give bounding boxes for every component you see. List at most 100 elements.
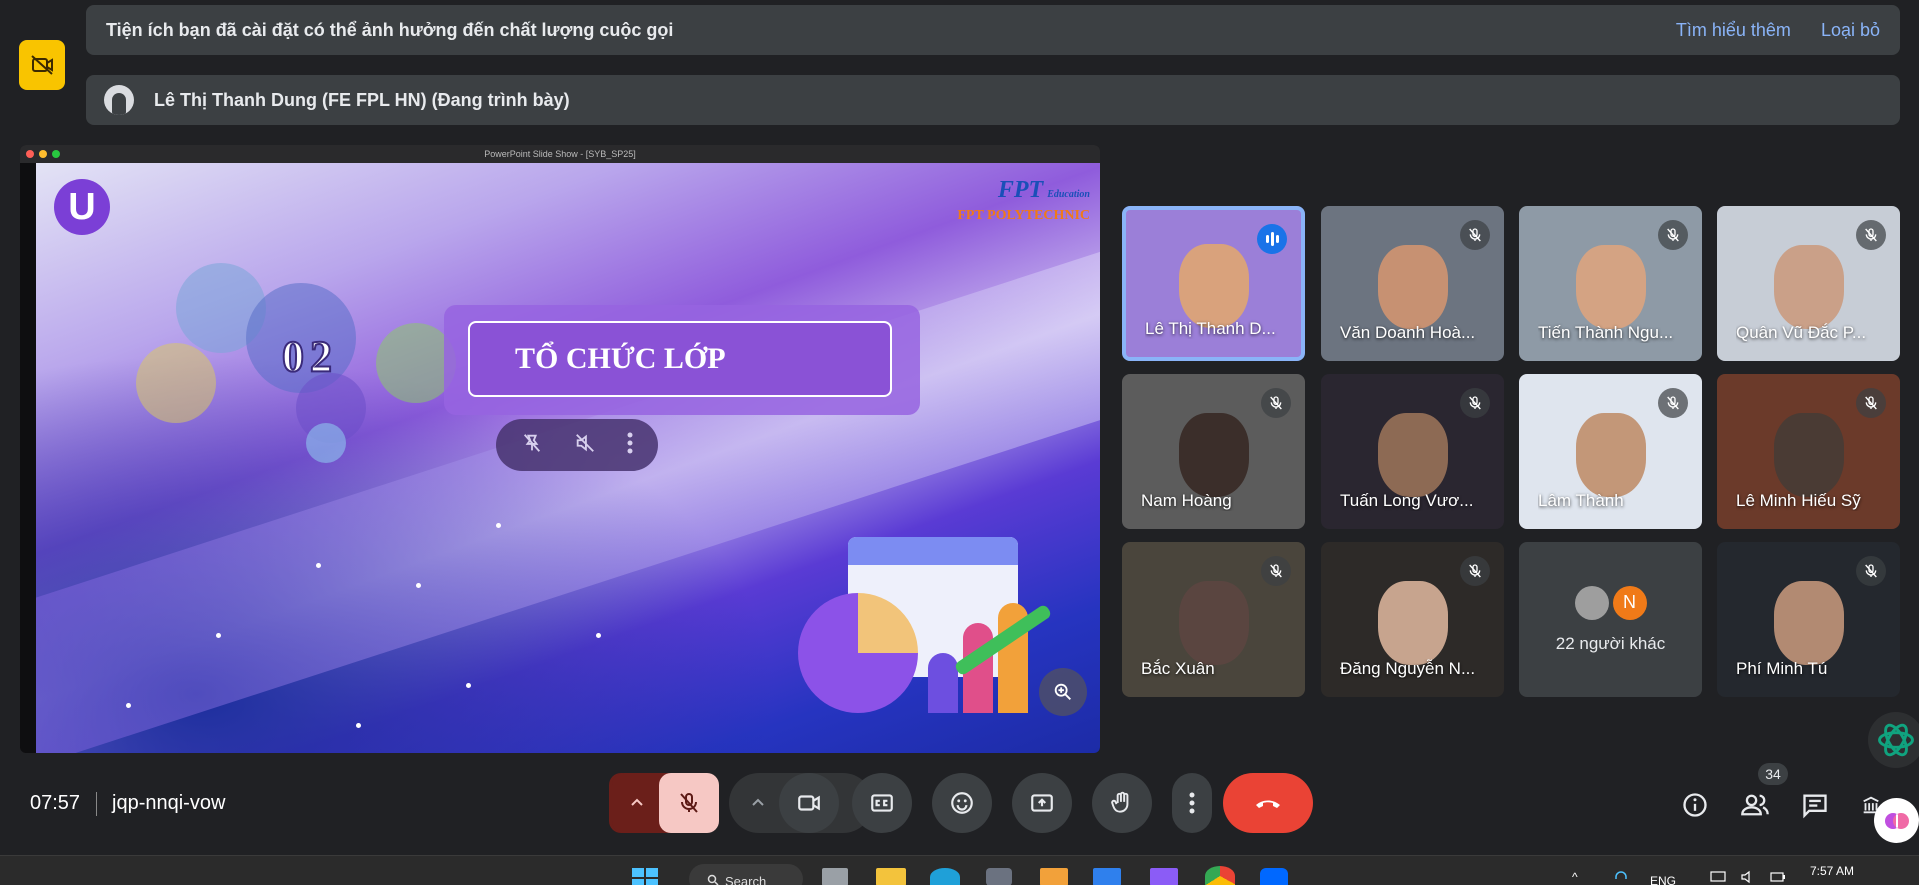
chat-icon[interactable] [1800,790,1830,820]
mic-off-icon [1460,388,1490,418]
slideshow-titlebar: PowerPoint Slide Show - [SYB_SP25] [20,145,1100,163]
audio-options-button[interactable] [612,773,662,833]
more-options-button[interactable] [1172,773,1212,833]
participant-tile[interactable]: Lê Minh Hiếu Sỹ [1717,374,1900,529]
speaking-indicator-icon [1257,224,1287,254]
dismiss-link[interactable]: Loại bỏ [1821,20,1880,41]
chrome-icon[interactable] [1205,866,1235,885]
language-indicator[interactable]: ENG [1650,874,1676,885]
search-icon [707,874,719,885]
others-count: 22 người khác [1555,633,1666,653]
mic-off-icon [1856,388,1886,418]
fpt-brand-mark: FPT [997,177,1044,203]
slide-title: TỔ CHỨC LỚP [468,321,892,397]
participant-name: Tuấn Long Vươ... [1340,491,1474,510]
participant-tile[interactable]: Phí Minh Tú [1717,542,1900,697]
slide-number: 02 [281,331,338,382]
file-explorer-icon[interactable] [876,868,906,885]
participant-name: Lê Thị Thanh D... [1145,319,1276,338]
participant-tile[interactable]: Nam Hoàng [1122,374,1305,529]
participant-tile[interactable]: Lê Thị Thanh D... [1122,206,1305,361]
mic-off-icon [1261,388,1291,418]
meeting-code[interactable]: jqp-nnqi-vow [112,792,225,815]
taskbar-clock[interactable]: 7:57 AM [1810,864,1854,878]
presenter-banner: Lê Thị Thanh Dung (FE FPL HN) (Đang trìn… [86,75,1900,125]
maximize-dot-icon [52,150,60,158]
edge-icon[interactable] [930,868,960,885]
search-label: Search [725,874,767,885]
more-options-icon[interactable] [627,432,633,459]
participant-name: Quân Vũ Đắc P... [1736,323,1867,342]
tray-chevron-icon[interactable]: ^ [1572,870,1578,884]
decor-bubble [136,343,216,423]
extension-warning-banner: Tiện ích bạn đã cài đặt có thể ảnh hưởng… [86,5,1900,55]
present-screen-button[interactable] [1012,773,1072,833]
zalo-icon[interactable] [1260,868,1288,885]
participant-name: Bắc Xuân [1141,659,1215,678]
participant-tile[interactable]: Đăng Nguyễn N... [1321,542,1504,697]
participant-video [1377,412,1448,497]
participant-video [1178,580,1249,665]
people-icon[interactable] [1740,790,1770,820]
volume-icon[interactable] [1740,870,1756,885]
learn-more-link[interactable]: Tìm hiểu thêm [1676,20,1791,41]
minimize-dot-icon [39,150,47,158]
participant-video [1178,244,1249,329]
others-avatars: N [1574,585,1647,620]
security-icon[interactable] [986,868,1012,885]
visual-studio-icon[interactable] [1150,868,1178,885]
participant-video [1773,412,1844,497]
captions-button[interactable] [852,773,912,833]
presenter-avatar [104,85,134,115]
participant-tile[interactable]: Văn Doanh Hoà... [1321,206,1504,361]
mic-off-icon [1658,220,1688,250]
decor-bubble [306,423,346,463]
taskbar-search[interactable]: Search [689,864,803,885]
others-tile[interactable]: N 22 người khác [1519,542,1702,697]
participant-video [1377,244,1448,329]
fpt-school-name: FPT POLYTECHNIC [957,208,1090,223]
task-view-icon[interactable] [822,868,848,885]
video-options-button[interactable] [733,773,783,833]
mute-presentation-icon[interactable] [574,432,596,459]
end-call-button[interactable] [1223,773,1313,833]
extension-warning-icon [19,40,65,90]
participant-name: Lâm Thành [1538,491,1624,510]
participant-tile[interactable]: Tiến Thành Ngu... [1519,206,1702,361]
camera-toggle-button[interactable] [779,773,839,833]
participant-tile[interactable]: Tuấn Long Vươ... [1321,374,1504,529]
window-controls [26,150,60,158]
fpt-brand-sub: Education [1047,189,1090,200]
raise-hand-button[interactable] [1092,773,1152,833]
participant-tile[interactable]: Bắc Xuân [1122,542,1305,697]
participant-video [1575,244,1646,329]
reactions-button[interactable] [932,773,992,833]
app-icon[interactable] [1040,868,1068,885]
start-menu-icon[interactable] [630,866,660,885]
presentation-view[interactable]: PowerPoint Slide Show - [SYB_SP25] U FPT… [20,145,1100,753]
mic-off-icon [1460,220,1490,250]
participant-name: Nam Hoàng [1141,491,1232,510]
participant-name: Đăng Nguyễn N... [1340,659,1476,678]
participant-video [1773,580,1844,665]
participant-tile[interactable]: Quân Vũ Đắc P... [1717,206,1900,361]
presentation-controls [496,419,658,471]
u-logo: U [54,179,110,235]
headset-icon[interactable] [1614,870,1628,885]
vscode-icon[interactable] [1093,868,1121,885]
network-icon[interactable] [1710,870,1726,885]
participant-video [1773,244,1844,329]
chart-illustration [798,513,1078,733]
ai-assistant-icon[interactable] [1868,712,1919,768]
zoom-in-icon[interactable] [1039,668,1087,716]
participant-name: Lê Minh Hiếu Sỹ [1736,491,1861,510]
battery-icon[interactable] [1770,870,1786,885]
presenter-label: Lê Thị Thanh Dung (FE FPL HN) (Đang trìn… [154,89,570,110]
participant-tile[interactable]: Lâm Thành [1519,374,1702,529]
pin-off-icon[interactable] [521,432,543,459]
slideshow-title: PowerPoint Slide Show - [SYB_SP25] [484,149,636,159]
microphone-toggle-button[interactable] [659,773,719,833]
meeting-info-icon[interactable] [1680,790,1710,820]
brain-extension-icon[interactable] [1874,798,1919,843]
participant-name: Tiến Thành Ngu... [1538,323,1674,342]
